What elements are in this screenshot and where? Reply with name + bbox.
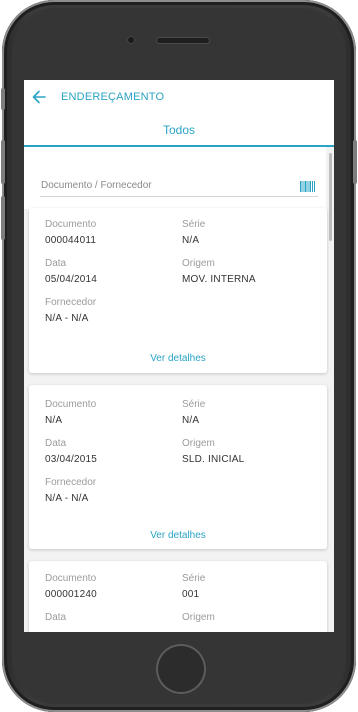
field-serie: Série 001 [182, 573, 205, 601]
label-serie: Série [182, 573, 206, 584]
ver-detalhes-link[interactable]: Ver detalhes [29, 353, 327, 365]
value-origem: SLD. INICIAL [182, 454, 245, 465]
scrollbar[interactable] [329, 153, 332, 241]
app-header: ENDEREÇAMENTO [24, 80, 334, 114]
value-fornecedor: N/A - N/A [45, 313, 89, 324]
ver-detalhes-link[interactable]: Ver detalhes [29, 530, 327, 542]
field-data: Data [45, 612, 66, 624]
value-serie: N/A [182, 415, 200, 426]
field-serie: Série N/A [182, 219, 205, 247]
value-fornecedor: N/A - N/A [45, 493, 89, 504]
document-card: Documento 000044011 Série N/A Data 05/04… [29, 208, 327, 373]
document-card: Documento N/A Série N/A Data 03/04/2015 … [29, 385, 327, 549]
label-origem: Origem [182, 612, 215, 623]
value-serie: 001 [182, 589, 200, 600]
field-serie: Série N/A [182, 399, 205, 427]
label-documento: Documento [45, 399, 97, 410]
value-documento: N/A [45, 415, 63, 426]
power-button [353, 140, 357, 184]
volume-up-button [1, 140, 5, 184]
label-data: Data [45, 258, 67, 269]
earpiece-speaker [157, 38, 209, 43]
field-documento: Documento 000001240 [45, 573, 97, 601]
label-data: Data [45, 438, 67, 449]
content-area[interactable]: Documento 000044011 Série N/A Data 05/04… [24, 147, 334, 632]
volume-down-button [1, 196, 5, 240]
document-card: Documento 000001240 Série 001 Data Orige… [29, 561, 327, 632]
field-data: Data 03/04/2015 [45, 438, 97, 466]
label-documento: Documento [45, 573, 97, 584]
arrow-left-icon[interactable] [32, 90, 46, 104]
label-origem: Origem [182, 258, 215, 269]
label-origem: Origem [182, 438, 215, 449]
value-serie: N/A [182, 235, 200, 246]
search-input[interactable] [40, 175, 318, 197]
value-documento: 000044011 [45, 235, 97, 246]
field-data: Data 05/04/2014 [45, 258, 97, 286]
label-fornecedor: Fornecedor [45, 297, 97, 308]
page-title: ENDEREÇAMENTO [61, 91, 165, 103]
home-button[interactable] [156, 644, 206, 694]
field-origem: Origem SLD. INICIAL [182, 438, 244, 466]
label-data: Data [45, 612, 67, 623]
field-documento: Documento 000044011 [45, 219, 96, 247]
app-screen: ENDEREÇAMENTO Todos Documento 000044011 [24, 80, 334, 632]
value-data: 03/04/2015 [45, 454, 98, 465]
label-serie: Série [182, 219, 206, 230]
label-fornecedor: Fornecedor [45, 477, 97, 488]
field-origem: Origem MOV. INTERNA [182, 258, 256, 286]
field-origem: Origem [182, 612, 215, 624]
value-documento: 000001240 [45, 589, 97, 600]
search-panel [24, 147, 326, 209]
mute-switch [1, 88, 5, 110]
barcode-icon[interactable] [300, 181, 315, 192]
field-fornecedor: Fornecedor N/A - N/A [45, 477, 96, 505]
label-serie: Série [182, 399, 206, 410]
field-documento: Documento N/A [45, 399, 96, 427]
tab-bar: Todos [24, 114, 334, 147]
front-camera [128, 37, 134, 43]
tab-todos[interactable]: Todos [24, 114, 334, 147]
value-origem: MOV. INTERNA [182, 274, 256, 285]
label-documento: Documento [45, 219, 97, 230]
field-fornecedor: Fornecedor N/A - N/A [45, 297, 96, 325]
value-data: 05/04/2014 [45, 274, 98, 285]
